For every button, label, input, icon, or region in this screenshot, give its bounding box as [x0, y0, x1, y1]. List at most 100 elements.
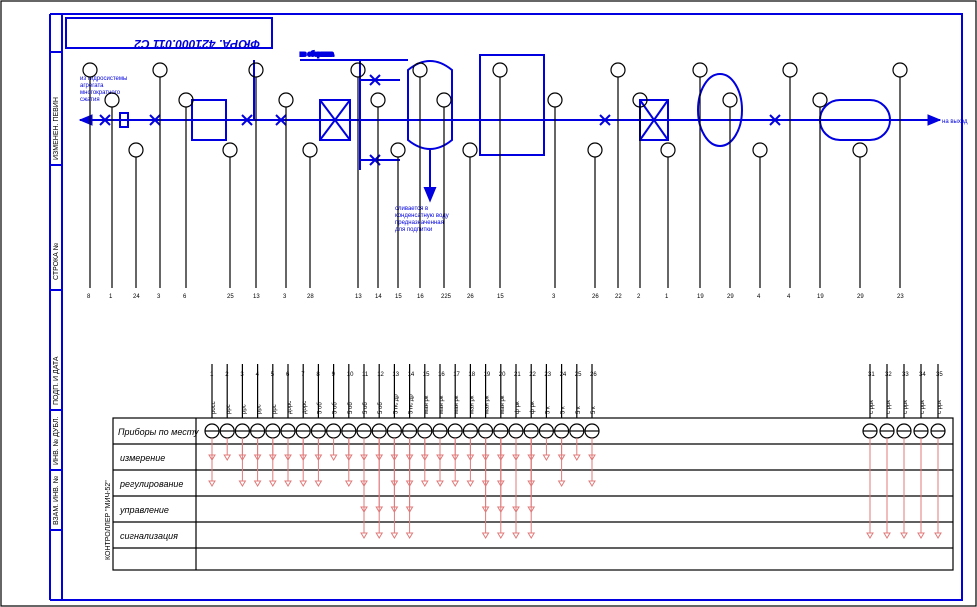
- svg-text:5 к: 5 к: [545, 406, 551, 414]
- channel-num-19: 2: [637, 294, 641, 300]
- channel-num-27: 23: [897, 294, 904, 300]
- channel-num-0: 8: [87, 294, 91, 300]
- svg-text:ф рк: ф рк: [515, 401, 521, 414]
- svg-text:ман рк: ман рк: [469, 395, 475, 414]
- channel-num-9: 13: [355, 294, 362, 300]
- svg-text:с ррк: с ррк: [937, 400, 943, 414]
- svg-text:1: 1: [210, 372, 214, 378]
- title-block: ФЮРА. 421000.011 С2: [66, 18, 272, 51]
- svg-text:5 об: 5 об: [363, 402, 369, 414]
- svg-text:дорс: дорс: [302, 401, 308, 414]
- svg-text:5 к: 5 к: [561, 406, 567, 414]
- channel-num-17: 26: [592, 294, 599, 300]
- channel-num-1: 1: [109, 294, 113, 300]
- side-label-2: ПОДП. И ДАТА: [53, 356, 60, 405]
- svg-text:ман рк: ман рк: [485, 395, 491, 414]
- svg-text:ррс: ррс: [272, 404, 278, 414]
- function-table: Приборы по месту измерение регулирование…: [105, 364, 953, 570]
- svg-text:3: 3: [240, 372, 244, 378]
- svg-text:33: 33: [902, 372, 909, 378]
- row-measure: измерение: [120, 453, 165, 463]
- svg-text:34: 34: [919, 372, 926, 378]
- svg-text:35: 35: [936, 372, 943, 378]
- svg-text:5 об: 5 об: [378, 402, 384, 414]
- pid: из гидросистемы агрегата многократного с…: [80, 52, 968, 300]
- svg-text:26: 26: [590, 372, 597, 378]
- channel-num-13: 225: [441, 294, 452, 300]
- channel-num-8: 28: [307, 294, 314, 300]
- svg-text:12: 12: [377, 372, 384, 378]
- svg-text:с ррк: с ррк: [920, 400, 926, 414]
- svg-text:5 к: 5 к: [576, 406, 582, 414]
- side-label-4: ВЗАМ. ИНВ. №: [53, 476, 60, 525]
- channel-num-14: 26: [467, 294, 474, 300]
- side-label-1: СТРОКА №: [53, 243, 60, 280]
- svg-text:5: 5: [271, 372, 275, 378]
- drawing-title: ФЮРА. 421000.011 С2: [134, 37, 260, 51]
- svg-text:5 об: 5 об: [348, 402, 354, 414]
- svg-text:4: 4: [256, 372, 260, 378]
- svg-text:17: 17: [453, 372, 460, 378]
- svg-text:для подпитки: для подпитки: [395, 227, 432, 233]
- sidepipe-label: из сборника: [300, 52, 334, 58]
- channel-num-10: 14: [375, 294, 382, 300]
- svg-text:ман рк: ман рк: [424, 395, 430, 414]
- svg-text:ррс: ррс: [226, 404, 232, 414]
- row-signal: сигнализация: [120, 531, 178, 541]
- svg-text:росс: росс: [211, 401, 217, 414]
- svg-text:5 пс др: 5 пс др: [409, 394, 415, 414]
- svg-text:11: 11: [362, 372, 369, 378]
- svg-text:конденсатную воду: конденсатную воду: [395, 213, 449, 219]
- svg-text:13: 13: [392, 372, 399, 378]
- svg-text:5 об: 5 об: [333, 402, 339, 414]
- table-header: Приборы по месту: [118, 427, 199, 437]
- svg-text:6: 6: [286, 372, 290, 378]
- svg-text:23: 23: [544, 372, 551, 378]
- svg-text:32: 32: [885, 372, 892, 378]
- channel-num-25: 19: [817, 294, 824, 300]
- svg-text:5 к: 5 к: [591, 406, 597, 414]
- outlet-label: на выход: [942, 119, 968, 125]
- channel-num-2: 24: [133, 294, 140, 300]
- svg-text:с ррк: с ррк: [869, 400, 875, 414]
- channel-num-5: 25: [227, 294, 234, 300]
- svg-text:19: 19: [484, 372, 491, 378]
- side-label-3: ИНВ. № ДУБЛ.: [53, 416, 60, 465]
- svg-text:сливается в: сливается в: [395, 206, 428, 212]
- svg-text:25: 25: [575, 372, 582, 378]
- channel-num-4: 6: [183, 294, 187, 300]
- svg-text:2: 2: [225, 372, 229, 378]
- channel-num-11: 15: [395, 294, 402, 300]
- svg-text:15: 15: [423, 372, 430, 378]
- side-label-0: ИЗМЕНЕН. ПЕВИН: [53, 97, 60, 160]
- svg-text:18: 18: [468, 372, 475, 378]
- row-regulate: регулирование: [119, 479, 183, 489]
- svg-text:дорс: дорс: [287, 401, 293, 414]
- svg-text:31: 31: [868, 372, 875, 378]
- controller-label: КОНТРОЛЛЕР "МИЧ-52": [105, 480, 112, 560]
- svg-text:ррс: ррс: [257, 404, 263, 414]
- svg-text:ман рк: ман рк: [454, 395, 460, 414]
- svg-text:24: 24: [560, 372, 567, 378]
- channel-num-23: 4: [757, 294, 761, 300]
- svg-text:8: 8: [316, 372, 320, 378]
- svg-text:ман рк: ман рк: [500, 395, 506, 414]
- svg-text:5 пс др: 5 пс др: [393, 394, 399, 414]
- svg-text:5 об: 5 об: [317, 402, 323, 414]
- channel-num-20: 1: [665, 294, 669, 300]
- channel-num-24: 4: [787, 294, 791, 300]
- channel-num-22: 29: [727, 294, 734, 300]
- channel-num-18: 22: [615, 294, 622, 300]
- channel-num-3: 3: [157, 294, 161, 300]
- channel-num-26: 29: [857, 294, 864, 300]
- channel-num-16: 3: [552, 294, 556, 300]
- svg-text:14: 14: [408, 372, 415, 378]
- svg-text:ман рк: ман рк: [439, 395, 445, 414]
- svg-text:агрегата: агрегата: [80, 83, 104, 89]
- svg-text:21: 21: [514, 372, 521, 378]
- svg-text:ф рк: ф рк: [530, 401, 536, 414]
- svg-text:ррс: ррс: [241, 404, 247, 414]
- svg-text:7: 7: [301, 372, 305, 378]
- svg-text:16: 16: [438, 372, 445, 378]
- svg-text:9: 9: [332, 372, 336, 378]
